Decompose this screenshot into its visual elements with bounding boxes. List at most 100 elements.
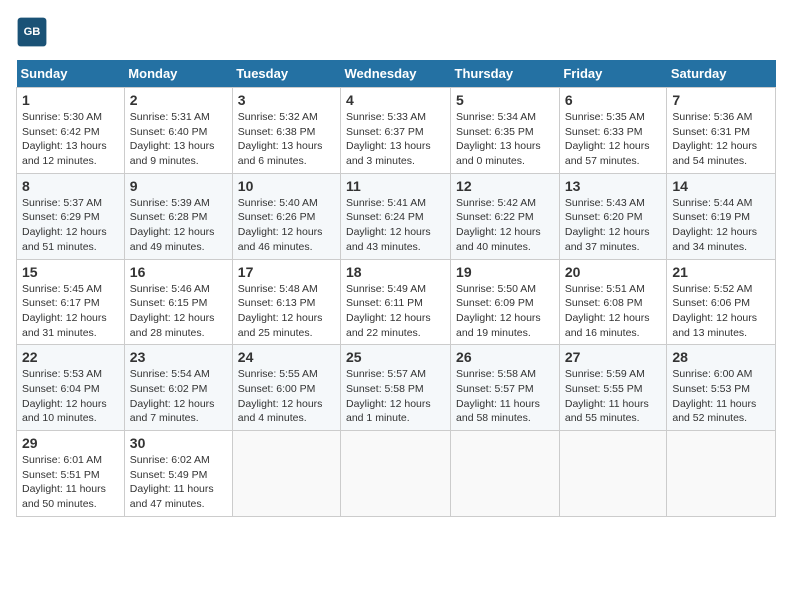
calendar-cell: 24 Sunrise: 5:55 AM Sunset: 6:00 PM Dayli…	[232, 345, 340, 431]
day-number: 15	[22, 264, 119, 280]
day-number: 5	[456, 92, 554, 108]
day-info: Sunrise: 5:36 AM Sunset: 6:31 PM Dayligh…	[672, 110, 770, 169]
calendar-cell: 22 Sunrise: 5:53 AM Sunset: 6:04 PM Dayli…	[17, 345, 125, 431]
day-info: Sunrise: 5:50 AM Sunset: 6:09 PM Dayligh…	[456, 282, 554, 341]
day-number: 11	[346, 178, 445, 194]
day-info: Sunrise: 5:44 AM Sunset: 6:19 PM Dayligh…	[672, 196, 770, 255]
day-info: Sunrise: 5:40 AM Sunset: 6:26 PM Dayligh…	[238, 196, 335, 255]
day-info: Sunrise: 6:00 AM Sunset: 5:53 PM Dayligh…	[672, 367, 770, 426]
day-info: Sunrise: 5:30 AM Sunset: 6:42 PM Dayligh…	[22, 110, 119, 169]
logo: GB	[16, 16, 52, 48]
calendar-cell	[451, 431, 560, 517]
calendar-cell: 5 Sunrise: 5:34 AM Sunset: 6:35 PM Daylig…	[451, 88, 560, 174]
day-info: Sunrise: 6:02 AM Sunset: 5:49 PM Dayligh…	[130, 453, 227, 512]
day-info: Sunrise: 5:31 AM Sunset: 6:40 PM Dayligh…	[130, 110, 227, 169]
calendar-cell: 15 Sunrise: 5:45 AM Sunset: 6:17 PM Dayli…	[17, 259, 125, 345]
col-header-monday: Monday	[124, 60, 232, 88]
day-number: 30	[130, 435, 227, 451]
calendar-cell: 2 Sunrise: 5:31 AM Sunset: 6:40 PM Daylig…	[124, 88, 232, 174]
day-info: Sunrise: 5:45 AM Sunset: 6:17 PM Dayligh…	[22, 282, 119, 341]
calendar-cell: 12 Sunrise: 5:42 AM Sunset: 6:22 PM Dayli…	[451, 173, 560, 259]
day-number: 23	[130, 349, 227, 365]
calendar-cell: 23 Sunrise: 5:54 AM Sunset: 6:02 PM Dayli…	[124, 345, 232, 431]
calendar-cell: 3Sunrise: 5:32 AM Sunset: 6:38 PM Daylig…	[232, 88, 340, 174]
calendar-cell: 21 Sunrise: 5:52 AM Sunset: 6:06 PM Dayli…	[667, 259, 776, 345]
day-number: 24	[238, 349, 335, 365]
day-info: Sunrise: 5:59 AM Sunset: 5:55 PM Dayligh…	[565, 367, 662, 426]
calendar-cell: 29 Sunrise: 6:01 AM Sunset: 5:51 PM Dayli…	[17, 431, 125, 517]
day-info: Sunrise: 5:55 AM Sunset: 6:00 PM Dayligh…	[238, 367, 335, 426]
day-number: 9	[130, 178, 227, 194]
day-info: Sunrise: 5:48 AM Sunset: 6:13 PM Dayligh…	[238, 282, 335, 341]
day-info: Sunrise: 5:41 AM Sunset: 6:24 PM Dayligh…	[346, 196, 445, 255]
col-header-friday: Friday	[559, 60, 667, 88]
calendar-cell: 17 Sunrise: 5:48 AM Sunset: 6:13 PM Dayli…	[232, 259, 340, 345]
calendar-cell: 19 Sunrise: 5:50 AM Sunset: 6:09 PM Dayli…	[451, 259, 560, 345]
day-info: Sunrise: 5:49 AM Sunset: 6:11 PM Dayligh…	[346, 282, 445, 341]
col-header-tuesday: Tuesday	[232, 60, 340, 88]
day-number: 2	[130, 92, 227, 108]
day-number: 20	[565, 264, 662, 280]
day-number: 12	[456, 178, 554, 194]
logo-icon: GB	[16, 16, 48, 48]
calendar-table: SundayMondayTuesdayWednesdayThursdayFrid…	[16, 60, 776, 517]
day-info: Sunrise: 5:39 AM Sunset: 6:28 PM Dayligh…	[130, 196, 227, 255]
day-number: 10	[238, 178, 335, 194]
day-info: Sunrise: 5:58 AM Sunset: 5:57 PM Dayligh…	[456, 367, 554, 426]
day-info: Sunrise: 5:32 AM Sunset: 6:38 PM Dayligh…	[238, 110, 335, 169]
day-info: Sunrise: 5:35 AM Sunset: 6:33 PM Dayligh…	[565, 110, 662, 169]
day-info: Sunrise: 5:42 AM Sunset: 6:22 PM Dayligh…	[456, 196, 554, 255]
calendar-cell: 27Sunrise: 5:59 AM Sunset: 5:55 PM Dayli…	[559, 345, 667, 431]
col-header-saturday: Saturday	[667, 60, 776, 88]
calendar-cell: 10 Sunrise: 5:40 AM Sunset: 6:26 PM Dayli…	[232, 173, 340, 259]
calendar-cell: 16 Sunrise: 5:46 AM Sunset: 6:15 PM Dayli…	[124, 259, 232, 345]
day-number: 7	[672, 92, 770, 108]
day-number: 14	[672, 178, 770, 194]
page-header: GB	[16, 16, 776, 48]
calendar-cell	[341, 431, 451, 517]
day-number: 18	[346, 264, 445, 280]
calendar-cell: 28Sunrise: 6:00 AM Sunset: 5:53 PM Dayli…	[667, 345, 776, 431]
day-number: 21	[672, 264, 770, 280]
calendar-cell: 7 Sunrise: 5:36 AM Sunset: 6:31 PM Daylig…	[667, 88, 776, 174]
svg-text:GB: GB	[24, 26, 41, 38]
calendar-cell: 30 Sunrise: 6:02 AM Sunset: 5:49 PM Dayli…	[124, 431, 232, 517]
calendar-cell: 8Sunrise: 5:37 AM Sunset: 6:29 PM Daylig…	[17, 173, 125, 259]
calendar-cell: 4Sunrise: 5:33 AM Sunset: 6:37 PM Daylig…	[341, 88, 451, 174]
day-number: 17	[238, 264, 335, 280]
calendar-cell: 9 Sunrise: 5:39 AM Sunset: 6:28 PM Daylig…	[124, 173, 232, 259]
day-number: 8	[22, 178, 119, 194]
calendar-cell: 14 Sunrise: 5:44 AM Sunset: 6:19 PM Dayli…	[667, 173, 776, 259]
col-header-wednesday: Wednesday	[341, 60, 451, 88]
calendar-cell: 1 Sunrise: 5:30 AM Sunset: 6:42 PM Daylig…	[17, 88, 125, 174]
calendar-cell: 25 Sunrise: 5:57 AM Sunset: 5:58 PM Dayli…	[341, 345, 451, 431]
day-number: 16	[130, 264, 227, 280]
calendar-cell: 18 Sunrise: 5:49 AM Sunset: 6:11 PM Dayli…	[341, 259, 451, 345]
day-info: Sunrise: 5:57 AM Sunset: 5:58 PM Dayligh…	[346, 367, 445, 426]
col-header-thursday: Thursday	[451, 60, 560, 88]
calendar-cell: 6 Sunrise: 5:35 AM Sunset: 6:33 PM Daylig…	[559, 88, 667, 174]
calendar-cell: 26 Sunrise: 5:58 AM Sunset: 5:57 PM Dayli…	[451, 345, 560, 431]
day-number: 29	[22, 435, 119, 451]
day-info: Sunrise: 5:34 AM Sunset: 6:35 PM Dayligh…	[456, 110, 554, 169]
calendar-cell: 13Sunrise: 5:43 AM Sunset: 6:20 PM Dayli…	[559, 173, 667, 259]
day-number: 19	[456, 264, 554, 280]
calendar-cell: 11 Sunrise: 5:41 AM Sunset: 6:24 PM Dayli…	[341, 173, 451, 259]
day-number: 25	[346, 349, 445, 365]
day-number: 26	[456, 349, 554, 365]
day-info: Sunrise: 6:01 AM Sunset: 5:51 PM Dayligh…	[22, 453, 119, 512]
day-info: Sunrise: 5:33 AM Sunset: 6:37 PM Dayligh…	[346, 110, 445, 169]
calendar-cell	[232, 431, 340, 517]
calendar-cell: 20 Sunrise: 5:51 AM Sunset: 6:08 PM Dayli…	[559, 259, 667, 345]
calendar-cell	[559, 431, 667, 517]
day-info: Sunrise: 5:54 AM Sunset: 6:02 PM Dayligh…	[130, 367, 227, 426]
day-info: Sunrise: 5:43 AM Sunset: 6:20 PM Dayligh…	[565, 196, 662, 255]
day-info: Sunrise: 5:46 AM Sunset: 6:15 PM Dayligh…	[130, 282, 227, 341]
calendar-cell	[667, 431, 776, 517]
day-number: 1	[22, 92, 119, 108]
day-info: Sunrise: 5:52 AM Sunset: 6:06 PM Dayligh…	[672, 282, 770, 341]
day-info: Sunrise: 5:51 AM Sunset: 6:08 PM Dayligh…	[565, 282, 662, 341]
day-number: 6	[565, 92, 662, 108]
day-number: 22	[22, 349, 119, 365]
day-info: Sunrise: 5:53 AM Sunset: 6:04 PM Dayligh…	[22, 367, 119, 426]
